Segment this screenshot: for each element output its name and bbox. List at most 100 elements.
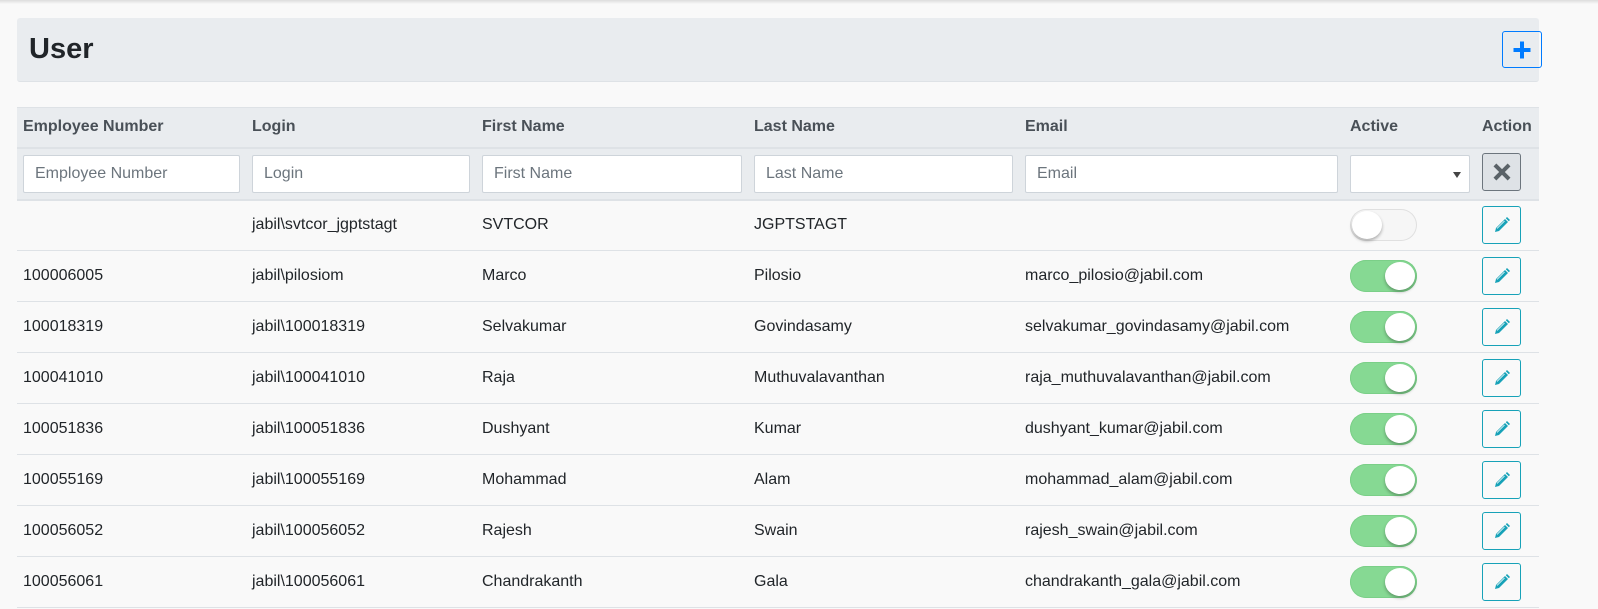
cell-login: jabil\100051836: [246, 403, 476, 455]
table-row: 100006005 jabil\pilosiom Marco Pilosio marco…: [17, 250, 1539, 302]
cell-emp: 100018319: [17, 301, 246, 353]
cell-emp: 100051836: [17, 403, 246, 455]
cell-action: [1476, 556, 1539, 608]
cell-active: [1344, 505, 1476, 557]
toggle-knob: [1385, 313, 1415, 341]
cell-last: Kumar: [748, 403, 1019, 455]
cell-action: [1476, 352, 1539, 404]
table-row: 100041010 jabil\100041010 Raja Muthuvalavan…: [17, 352, 1539, 404]
cell-emp: 100056061: [17, 556, 246, 608]
column-header[interactable]: Login: [246, 107, 476, 149]
cell-email: raja_muthuvalavanthan@jabil.com: [1019, 352, 1344, 404]
toggle-knob: [1385, 415, 1415, 443]
cell-email: mohammad_alam@jabil.com: [1019, 454, 1344, 506]
cell-emp: 100055169: [17, 454, 246, 506]
edit-user-button[interactable]: [1482, 461, 1521, 499]
cell-login: jabil\pilosiom: [246, 250, 476, 302]
cell-action: [1476, 301, 1539, 353]
edit-user-button[interactable]: [1482, 206, 1521, 245]
active-toggle[interactable]: [1350, 362, 1417, 394]
edit-user-button[interactable]: [1482, 308, 1521, 346]
cell-emp: 100056052: [17, 505, 246, 557]
cell-first: Rajesh: [476, 505, 748, 557]
edit-user-button[interactable]: [1482, 257, 1521, 295]
cell-first: Dushyant: [476, 403, 748, 455]
toggle-knob: [1385, 364, 1415, 392]
cell-email: chandrakanth_gala@jabil.com: [1019, 556, 1344, 608]
toggle-knob: [1385, 262, 1415, 290]
cell-active: [1344, 250, 1476, 302]
cell-login: jabil\100041010: [246, 352, 476, 404]
pencil-icon: [1494, 574, 1510, 589]
cell-action: [1476, 250, 1539, 302]
toggle-knob: [1385, 517, 1415, 545]
cell-login: jabil\svtcor_jgptstagt: [246, 199, 476, 251]
cell-emp: [17, 199, 246, 251]
toggle-knob: [1352, 211, 1382, 240]
pencil-icon: [1494, 268, 1510, 283]
column-header[interactable]: Employee Number: [17, 107, 246, 149]
cell-last: Govindasamy: [748, 301, 1019, 353]
first-name-filter[interactable]: [482, 154, 742, 193]
edit-user-button[interactable]: [1482, 512, 1521, 550]
active-toggle[interactable]: [1350, 209, 1417, 242]
users-table: Employee Number Login First Name Last Na…: [17, 107, 1539, 608]
pencil-icon: [1494, 319, 1510, 334]
email-filter[interactable]: [1025, 154, 1338, 193]
add-user-button[interactable]: [1502, 31, 1542, 68]
column-header[interactable]: Email: [1019, 107, 1344, 149]
cell-action: [1476, 454, 1539, 506]
table-row: 100018319 jabil\100018319 Selvakumar Govind…: [17, 301, 1539, 353]
active-toggle[interactable]: [1350, 515, 1417, 547]
cell-active: [1344, 454, 1476, 506]
pencil-icon: [1494, 421, 1510, 436]
cell-login: jabil\100056052: [246, 505, 476, 557]
cell-action: [1476, 505, 1539, 557]
table-row: 100055169 jabil\100055169 Mohammad Alam moha…: [17, 454, 1539, 506]
cell-first: Chandrakanth: [476, 556, 748, 608]
active-toggle[interactable]: [1350, 260, 1417, 292]
pencil-icon: [1494, 523, 1510, 538]
table-row: jabil\svtcor_jgptstagt SVTCOR JGPTSTAGT: [17, 199, 1539, 251]
edit-user-button[interactable]: [1482, 410, 1521, 448]
toggle-knob: [1385, 466, 1415, 494]
page-title: User: [29, 33, 94, 65]
pencil-icon: [1494, 472, 1510, 487]
cell-first: Marco: [476, 250, 748, 302]
active-filter-select[interactable]: [1350, 154, 1470, 193]
clear-filters-button[interactable]: [1482, 152, 1521, 191]
cell-login: jabil\100056061: [246, 556, 476, 608]
cell-action: [1476, 403, 1539, 455]
cell-email: rajesh_swain@jabil.com: [1019, 505, 1344, 557]
cell-last: Alam: [748, 454, 1019, 506]
active-toggle[interactable]: [1350, 311, 1417, 343]
table-row: 100056052 jabil\100056052 Rajesh Swain rajes…: [17, 505, 1539, 557]
cell-active: [1344, 403, 1476, 455]
edit-user-button[interactable]: [1482, 563, 1521, 601]
pencil-icon: [1494, 370, 1510, 385]
cell-emp: 100041010: [17, 352, 246, 404]
cell-first: Raja: [476, 352, 748, 404]
last-name-filter[interactable]: [754, 154, 1013, 193]
login-filter[interactable]: [252, 154, 470, 193]
active-toggle[interactable]: [1350, 413, 1417, 445]
active-toggle[interactable]: [1350, 464, 1417, 496]
employee-number-filter[interactable]: [23, 154, 240, 193]
table-row: 100056061 jabil\100056061 Chandrakanth Gala…: [17, 556, 1539, 608]
cell-email: marco_pilosio@jabil.com: [1019, 250, 1344, 302]
column-header[interactable]: First Name: [476, 107, 748, 149]
cell-last: Muthuvalavanthan: [748, 352, 1019, 404]
active-toggle[interactable]: [1350, 566, 1417, 598]
cell-last: JGPTSTAGT: [748, 199, 1019, 251]
cell-last: Swain: [748, 505, 1019, 557]
cell-active: [1344, 352, 1476, 404]
pencil-icon: [1494, 217, 1510, 233]
column-header[interactable]: Active: [1344, 107, 1476, 149]
cell-first: SVTCOR: [476, 199, 748, 251]
edit-user-button[interactable]: [1482, 359, 1521, 397]
cell-email: dushyant_kumar@jabil.com: [1019, 403, 1344, 455]
cell-email: selvakumar_govindasamy@jabil.com: [1019, 301, 1344, 353]
cell-active: [1344, 556, 1476, 608]
column-header[interactable]: Last Name: [748, 107, 1019, 149]
cell-login: jabil\100018319: [246, 301, 476, 353]
